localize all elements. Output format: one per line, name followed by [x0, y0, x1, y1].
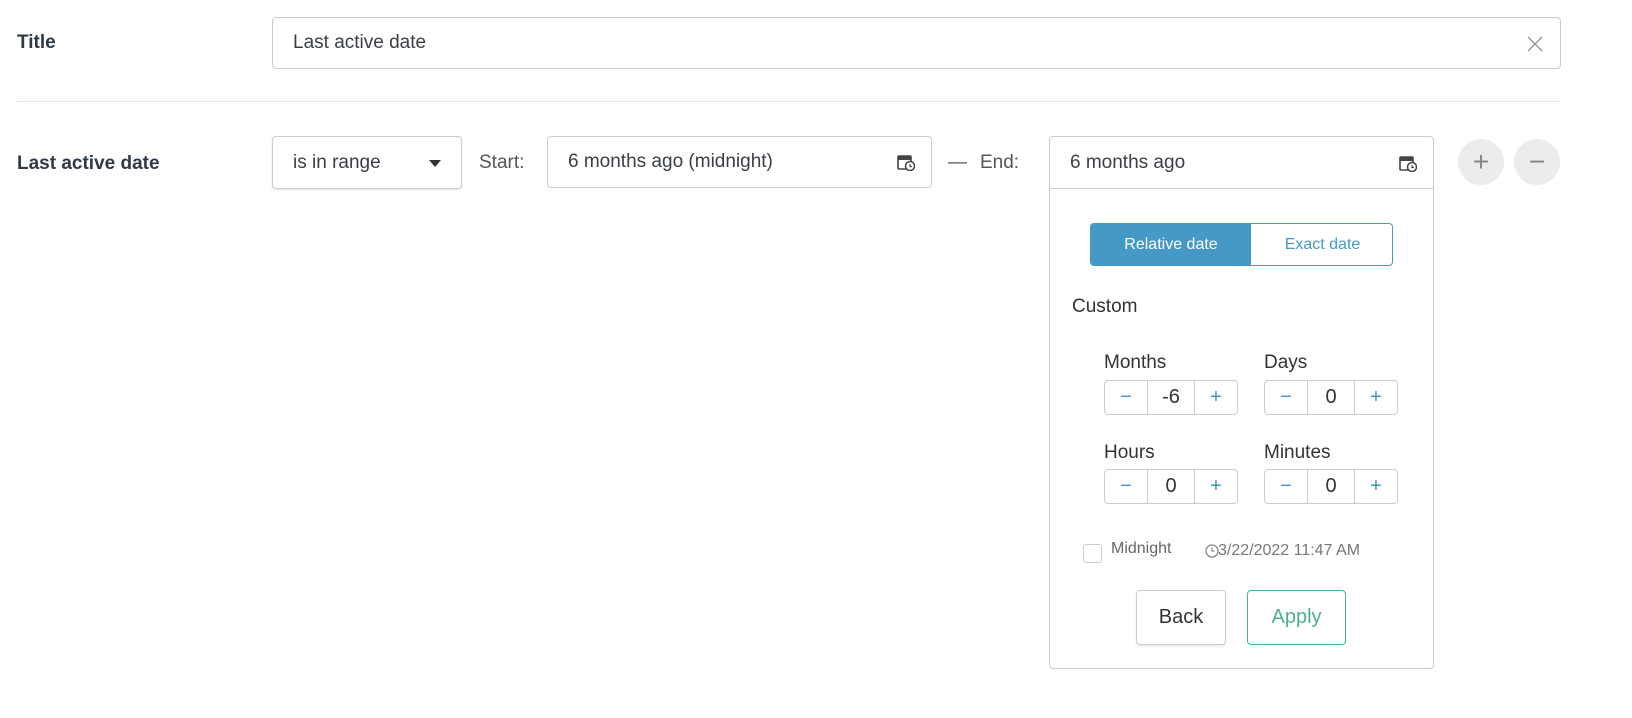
months-label: Months	[1104, 352, 1167, 373]
hours-increment[interactable]: +	[1195, 470, 1237, 503]
back-button[interactable]: Back	[1136, 590, 1226, 645]
divider	[17, 101, 1561, 102]
hours-label: Hours	[1104, 442, 1155, 463]
days-value[interactable]: 0	[1307, 381, 1355, 414]
days-label: Days	[1264, 352, 1308, 373]
start-value: 6 months ago (midnight)	[568, 151, 773, 172]
tab-exact-date[interactable]: Exact date	[1251, 224, 1392, 265]
months-decrement[interactable]: −	[1105, 381, 1147, 414]
midnight-checkbox[interactable]	[1083, 544, 1102, 563]
clock-icon	[1205, 544, 1219, 558]
caret-down-icon	[429, 160, 441, 167]
date-popover: Relative date Exact date Custom Months −…	[1049, 188, 1434, 669]
resolved-date: 3/22/2022 11:47 AM	[1218, 542, 1361, 559]
hours-stepper: −0 +	[1104, 469, 1238, 504]
date-mode-toggle: Relative date Exact date	[1090, 223, 1393, 266]
title-value: Last active date	[293, 32, 427, 53]
operator-select[interactable]: is in range	[272, 136, 462, 189]
midnight-label: Midnight	[1111, 540, 1172, 557]
calendar-clock-icon[interactable]	[1399, 154, 1417, 172]
days-decrement[interactable]: −	[1265, 381, 1307, 414]
tab-relative-date[interactable]: Relative date	[1091, 224, 1251, 265]
end-value: 6 months ago	[1070, 151, 1186, 173]
minutes-increment[interactable]: +	[1355, 470, 1397, 503]
minutes-label: Minutes	[1264, 442, 1331, 463]
apply-button[interactable]: Apply	[1247, 590, 1346, 645]
title-label: Title	[17, 32, 56, 53]
months-value[interactable]: -6	[1147, 381, 1195, 414]
start-date-input[interactable]: 6 months ago (midnight)	[547, 136, 932, 188]
end-date-input[interactable]: 6 months ago	[1049, 136, 1434, 189]
range-separator: —	[948, 152, 967, 173]
clear-icon[interactable]	[1526, 35, 1544, 53]
hours-value[interactable]: 0	[1147, 470, 1195, 503]
start-label: Start:	[479, 152, 525, 173]
months-stepper: − -6 +	[1104, 380, 1238, 415]
operator-value: is in range	[293, 151, 381, 173]
end-label: End:	[980, 152, 1020, 173]
days-increment[interactable]: +	[1355, 381, 1397, 414]
remove-filter-button[interactable]: −	[1514, 139, 1560, 185]
add-filter-button[interactable]: +	[1458, 139, 1504, 185]
hours-decrement[interactable]: −	[1105, 470, 1147, 503]
months-increment[interactable]: +	[1195, 381, 1237, 414]
filter-label: Last active date	[17, 153, 160, 174]
minutes-value[interactable]: 0	[1307, 470, 1355, 503]
custom-heading: Custom	[1072, 296, 1138, 317]
minutes-stepper: −0 +	[1264, 469, 1398, 504]
calendar-clock-icon[interactable]	[897, 153, 915, 171]
minutes-decrement[interactable]: −	[1265, 470, 1307, 503]
days-stepper: −0 +	[1264, 380, 1398, 415]
title-input[interactable]: Last active date	[272, 17, 1561, 69]
